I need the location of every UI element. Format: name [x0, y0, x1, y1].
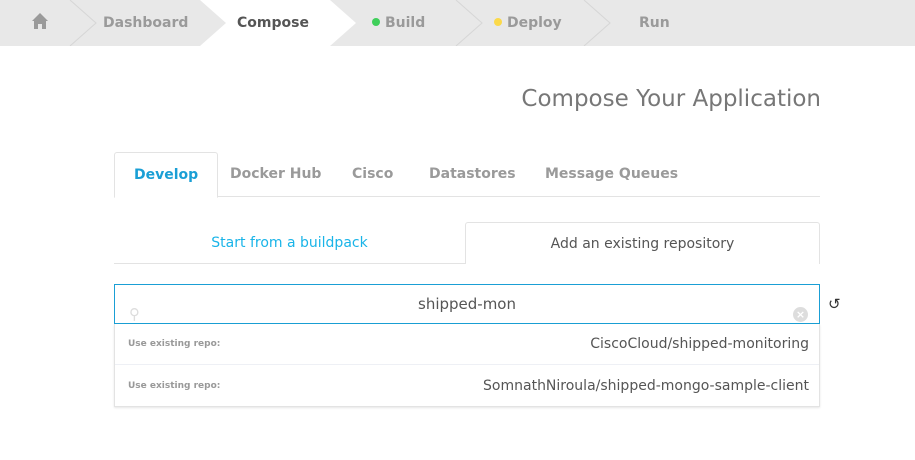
refresh-icon[interactable]: ↺: [828, 295, 841, 313]
subtab-buildpack[interactable]: Start from a buildpack: [114, 222, 465, 264]
clear-icon[interactable]: ×: [793, 307, 808, 322]
breadcrumb-label: Deploy: [507, 15, 562, 31]
search-icon: ⚲: [129, 305, 140, 323]
breadcrumb: Dashboard Compose Build Deploy Run: [0, 0, 915, 46]
repo-search-input[interactable]: [115, 285, 819, 323]
repo-search: ⚲ ×: [114, 284, 820, 324]
page-title: Compose Your Application: [521, 86, 821, 112]
result-label: Use existing repo:: [128, 380, 221, 391]
result-repo: SomnathNiroula/shipped-mongo-sample-clie…: [483, 377, 809, 394]
home-icon: [32, 13, 48, 29]
list-item[interactable]: Use existing repo: CiscoCloud/shipped-mo…: [115, 324, 819, 365]
subtab-existing-repository[interactable]: Add an existing repository: [465, 222, 820, 264]
home-button[interactable]: [31, 0, 49, 46]
tab-datastores[interactable]: Datastores: [429, 152, 516, 197]
list-item[interactable]: Use existing repo: SomnathNiroula/shippe…: [115, 365, 819, 406]
status-dot-yellow: [494, 18, 502, 26]
breadcrumb-build[interactable]: Build: [372, 0, 425, 46]
search-results: Use existing repo: CiscoCloud/shipped-mo…: [114, 324, 820, 407]
breadcrumb-compose[interactable]: Compose: [237, 0, 309, 46]
status-dot-green: [372, 18, 380, 26]
breadcrumb-run[interactable]: Run: [639, 0, 670, 46]
tab-docker-hub[interactable]: Docker Hub: [230, 152, 321, 197]
tab-develop[interactable]: Develop: [114, 152, 219, 198]
breadcrumb-deploy[interactable]: Deploy: [494, 0, 562, 46]
tab-message-queues[interactable]: Message Queues: [545, 152, 678, 197]
category-tabs: Develop Docker Hub Cisco Datastores Mess…: [114, 152, 820, 198]
tab-cisco[interactable]: Cisco: [352, 152, 393, 197]
breadcrumb-dashboard[interactable]: Dashboard: [103, 0, 188, 46]
result-repo: CiscoCloud/shipped-monitoring: [590, 336, 809, 352]
result-label: Use existing repo:: [128, 339, 221, 349]
breadcrumb-label: Build: [385, 15, 426, 31]
